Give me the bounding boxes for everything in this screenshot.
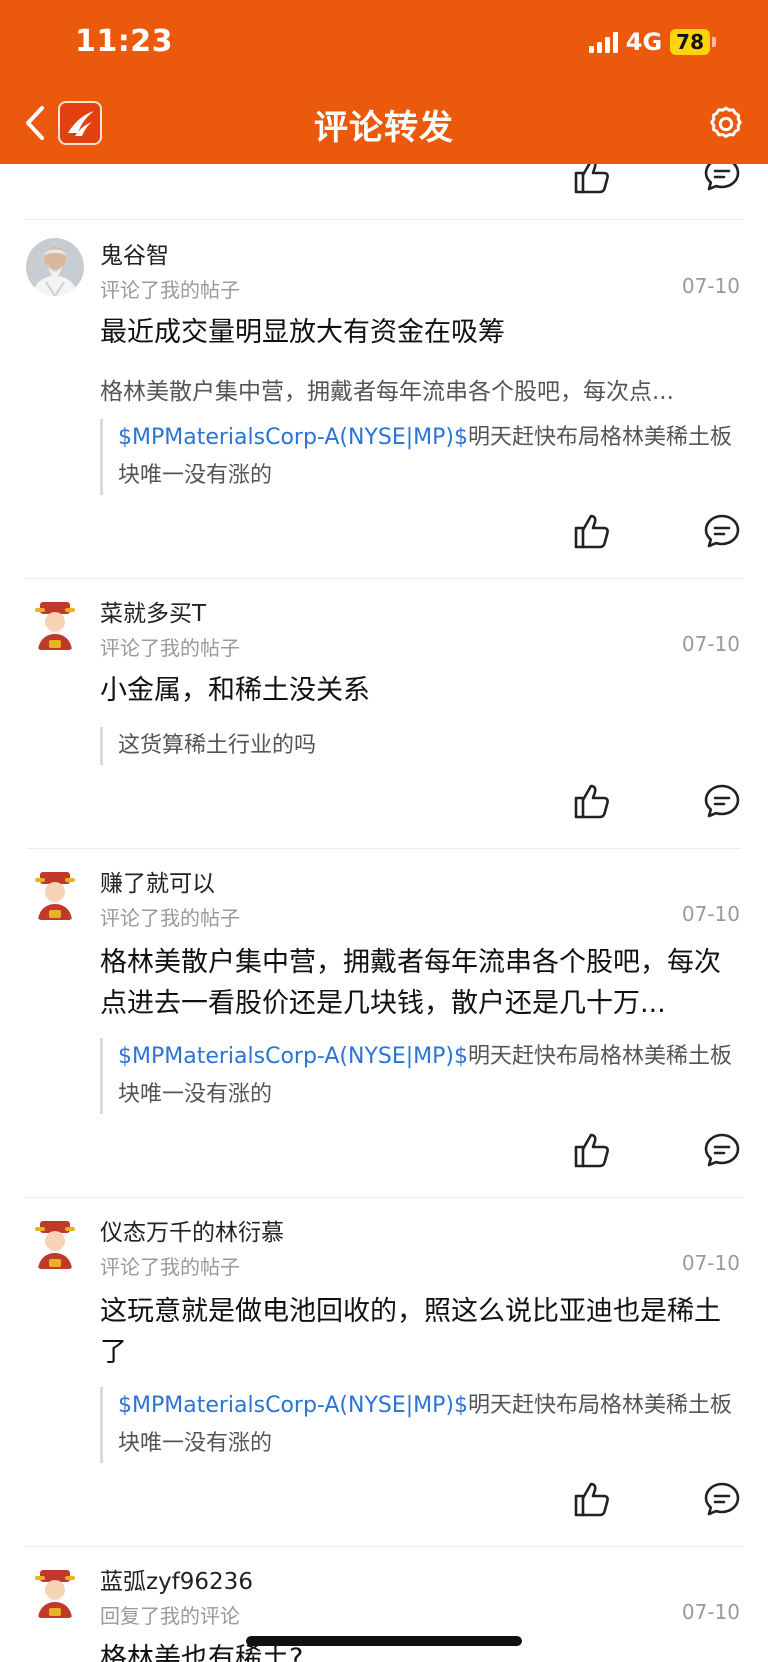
divider [26,848,742,849]
username[interactable]: 鬼谷智 [100,236,169,270]
post-date: 07-10 [681,1600,740,1624]
network-type: 4G [625,28,663,56]
quoted-post[interactable]: $MPMaterialsCorp-A(NYSE|MP)$明天赶快布局格林美稀土板… [100,1387,740,1463]
post-title[interactable]: 格林美散户集中营，拥戴者每年流串各个股吧，每次点进去一看股价还是几块钱，散户还是… [100,942,740,1024]
thumbs-up-icon[interactable] [572,511,612,551]
post-date: 07-10 [681,1251,740,1275]
avatar[interactable] [26,866,84,924]
username[interactable]: 仪态万千的林衍慕 [100,1213,284,1247]
action-text: 评论了我的帖子 [100,278,240,302]
action-text: 评论了我的帖子 [100,1255,240,1279]
post-date: 07-10 [681,632,740,656]
comment-bubble-icon[interactable] [702,1479,742,1519]
stock-link[interactable]: $MPMaterialsCorp-A(NYSE|MP)$ [118,1044,468,1069]
divider [26,578,742,579]
thumbs-up-icon[interactable] [572,1130,612,1170]
stock-link[interactable]: $MPMaterialsCorp-A(NYSE|MP)$ [118,425,468,450]
status-indicators: 4G 78 [588,28,716,56]
post-title[interactable]: 这玩意就是做电池回收的，照这么说比亚迪也是稀土了 [100,1291,740,1373]
quoted-post[interactable]: $MPMaterialsCorp-A(NYSE|MP)$明天赶快布局格林美稀土板… [100,1038,740,1114]
username[interactable]: 蓝弧zyf96236 [100,1562,253,1596]
post-title[interactable]: 小金属，和稀土没关系 [100,670,740,711]
post-date: 07-10 [681,902,740,926]
avatar[interactable] [26,1215,84,1273]
divider [26,1546,742,1547]
signal-icon [588,31,618,53]
avatar[interactable] [26,238,84,296]
post-excerpt[interactable]: 格林美散户集中营，拥戴者每年流串各个股吧，每次点... [100,372,740,406]
battery-level: 78 [670,29,710,55]
quoted-post[interactable]: 这货算稀土行业的吗 [100,727,740,765]
post-title[interactable]: 最近成交量明显放大有资金在吸筹 [100,312,740,353]
status-time: 11:23 [75,24,173,59]
thumbs-up-icon[interactable] [572,781,612,821]
comment-bubble-icon[interactable] [702,511,742,551]
gear-icon[interactable] [706,104,746,144]
username[interactable]: 菜就多买T [100,594,206,628]
quote-text: 这货算稀土行业的吗 [118,733,317,758]
app-header: 11:23 4G 78 评论转发 [0,0,768,164]
quoted-post[interactable]: $MPMaterialsCorp-A(NYSE|MP)$明天赶快布局格林美稀土板… [100,419,740,495]
comment-bubble-icon[interactable] [702,1130,742,1170]
stock-link[interactable]: $MPMaterialsCorp-A(NYSE|MP)$ [118,1393,468,1418]
battery-icon: 78 [670,29,716,55]
action-text: 评论了我的帖子 [100,636,240,660]
divider [26,219,742,220]
action-text: 评论了我的帖子 [100,906,240,930]
comment-bubble-icon[interactable] [702,781,742,821]
home-indicator[interactable] [246,1636,522,1646]
avatar[interactable] [26,1564,84,1622]
username[interactable]: 赚了就可以 [100,864,215,898]
divider [26,1197,742,1198]
post-date: 07-10 [681,274,740,298]
thumbs-up-icon[interactable] [572,1479,612,1519]
action-text: 回复了我的评论 [100,1604,240,1628]
page-title: 评论转发 [314,108,454,148]
avatar[interactable] [26,596,84,654]
